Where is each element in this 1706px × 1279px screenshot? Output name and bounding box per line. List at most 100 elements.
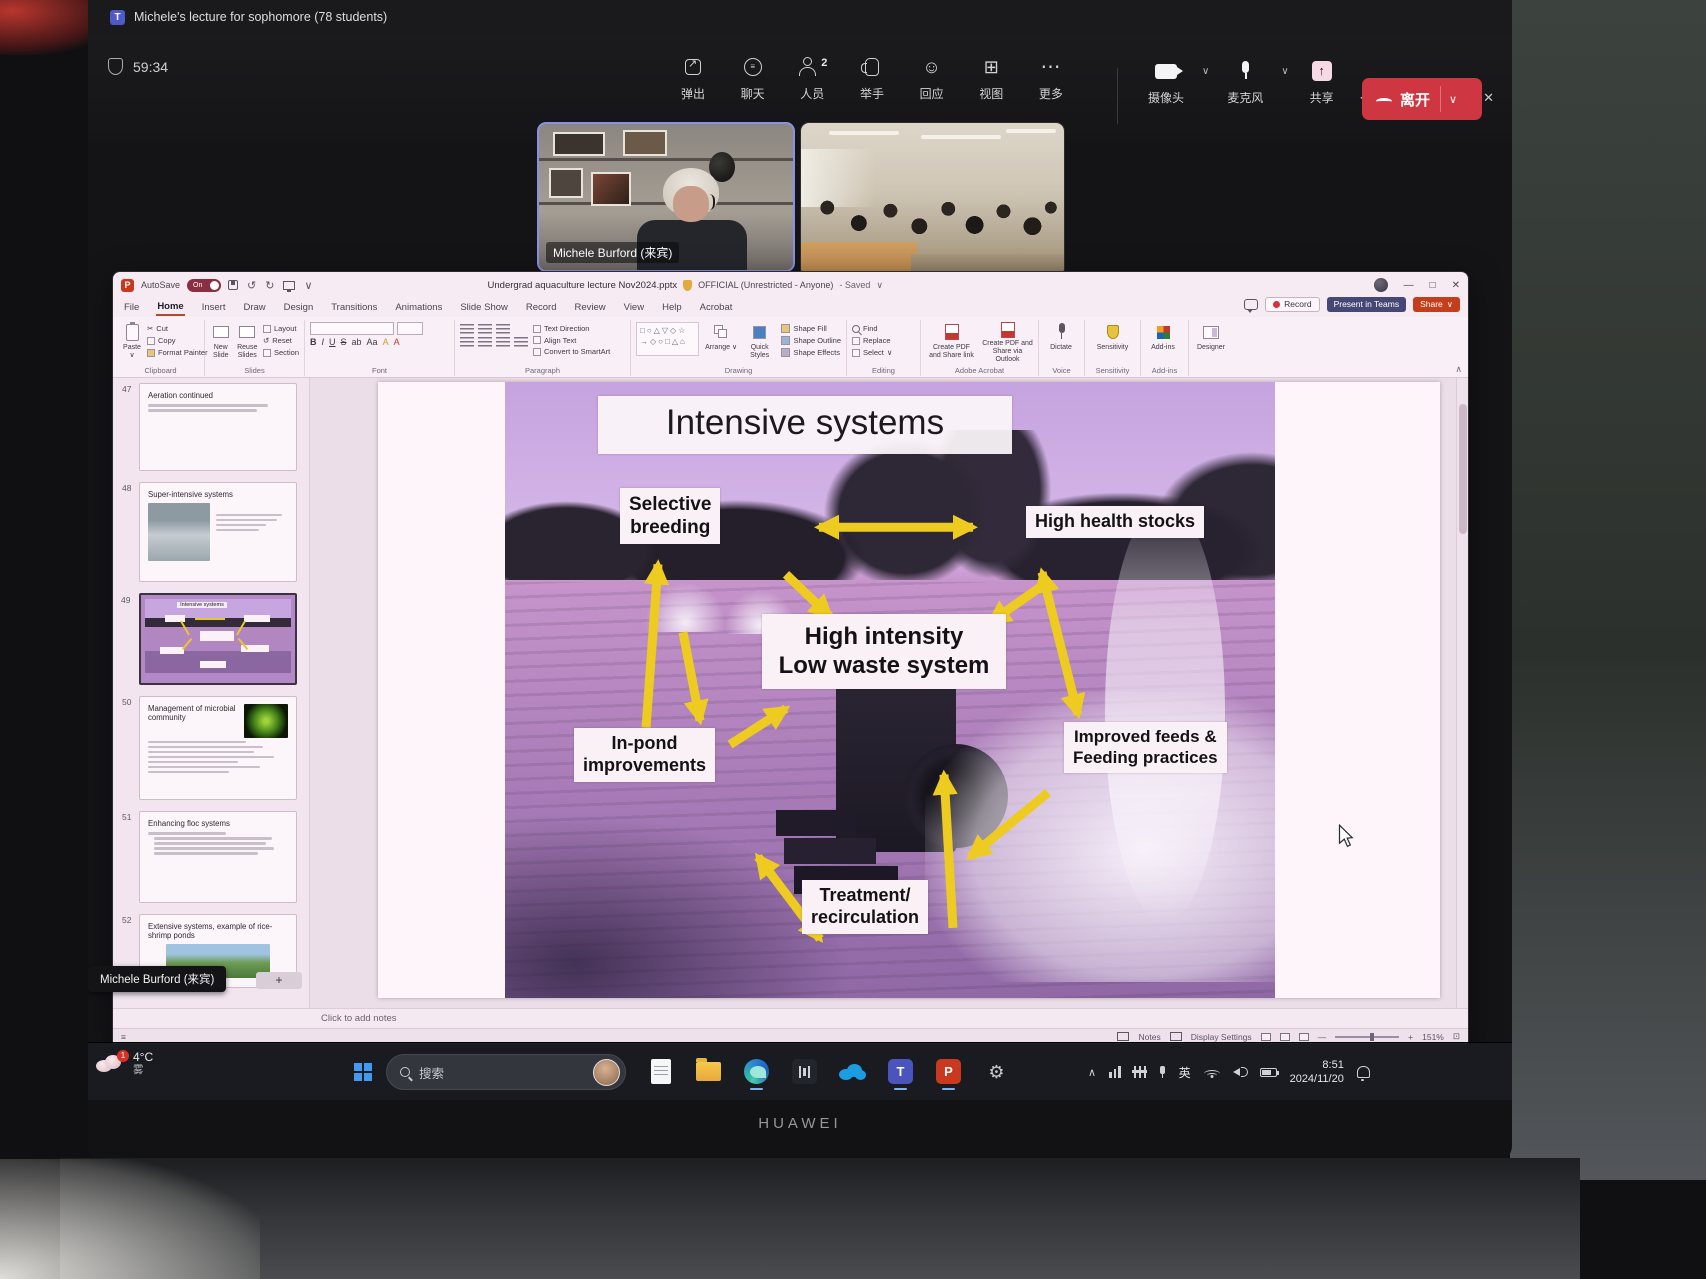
teams-close-button[interactable]: ✕ bbox=[1483, 90, 1494, 106]
thumbnail-slide-50[interactable]: 50 Management of microbial community bbox=[139, 696, 297, 800]
video-tile-classroom[interactable] bbox=[800, 122, 1065, 277]
video-tile-presenter[interactable]: Michele Burford (来宾) bbox=[537, 122, 795, 272]
camera-chevron-icon[interactable]: ∨ bbox=[1202, 66, 1209, 77]
slide-editor-area[interactable]: Intensive systems Selectivebreeding High… bbox=[310, 378, 1456, 1008]
indent-button[interactable] bbox=[496, 324, 510, 334]
label-improved-feeds[interactable]: Improved feeds &Feeding practices bbox=[1064, 722, 1227, 773]
italic-button[interactable]: I bbox=[322, 337, 325, 347]
create-pdf-share-link-button[interactable]: Create PDFand Share link bbox=[926, 322, 977, 364]
shape-effects-button[interactable]: Shape Effects bbox=[781, 348, 841, 357]
thumbnail-slide-48[interactable]: 48 Super-intensive systems bbox=[139, 482, 297, 582]
qat-customize-icon[interactable]: ∨ bbox=[304, 279, 312, 292]
section-button[interactable]: Section bbox=[263, 348, 299, 357]
react-button[interactable]: ☺ 回应 bbox=[905, 56, 959, 102]
tab-review[interactable]: Review bbox=[574, 300, 607, 315]
display-settings-icon[interactable] bbox=[1170, 1032, 1182, 1041]
strikethrough-button[interactable]: S bbox=[341, 337, 347, 347]
notes-pane[interactable]: Click to add notes bbox=[113, 1008, 1468, 1028]
reuse-slides-button[interactable]: ReuseSlides bbox=[236, 322, 257, 364]
tab-design[interactable]: Design bbox=[283, 300, 315, 315]
tab-help[interactable]: Help bbox=[661, 300, 683, 315]
line-spacing-button[interactable] bbox=[514, 337, 528, 347]
taskbar-teams[interactable]: T bbox=[884, 1055, 917, 1088]
tab-record[interactable]: Record bbox=[525, 300, 558, 315]
taskbar-edge[interactable] bbox=[740, 1055, 773, 1088]
notes-toggle-icon[interactable] bbox=[1117, 1032, 1129, 1041]
zoom-slider[interactable] bbox=[1335, 1036, 1399, 1038]
start-button[interactable] bbox=[354, 1063, 371, 1080]
addins-button[interactable]: Add-ins bbox=[1146, 322, 1180, 364]
paste-button[interactable]: Paste ∨ bbox=[122, 322, 142, 364]
comments-icon[interactable] bbox=[1244, 299, 1258, 310]
autosave-toggle[interactable]: On bbox=[187, 279, 221, 292]
slide-canvas[interactable]: Intensive systems Selectivebreeding High… bbox=[378, 382, 1440, 998]
reset-button[interactable]: ↺Reset bbox=[263, 336, 299, 345]
popout-button[interactable]: ↗ 弹出 bbox=[666, 56, 720, 102]
text-direction-button[interactable]: Text Direction bbox=[533, 324, 610, 333]
zoom-percent[interactable]: 151% bbox=[1422, 1032, 1444, 1042]
tab-animations[interactable]: Animations bbox=[394, 300, 443, 315]
fit-slide-button[interactable]: ⊡ bbox=[1453, 1031, 1460, 1042]
ppt-minimize-button[interactable]: — bbox=[1404, 280, 1414, 291]
designer-button[interactable]: Designer bbox=[1194, 322, 1228, 364]
select-button[interactable]: Select ∨ bbox=[852, 348, 892, 357]
tab-acrobat[interactable]: Acrobat bbox=[699, 300, 734, 315]
shape-gallery[interactable]: □○△▽◇☆ →◇○□△⌂ bbox=[636, 322, 699, 356]
find-button[interactable]: Find bbox=[852, 324, 892, 333]
taskbar-powerpoint[interactable]: P bbox=[932, 1055, 965, 1088]
shape-fill-button[interactable]: Shape Fill bbox=[781, 324, 841, 333]
view-button[interactable]: ⊞ 视图 bbox=[964, 56, 1018, 102]
more-button[interactable]: ⋯ 更多 bbox=[1024, 56, 1078, 102]
tab-draw[interactable]: Draw bbox=[242, 300, 266, 315]
font-color-button[interactable]: A bbox=[394, 337, 400, 347]
tab-slideshow[interactable]: Slide Show bbox=[459, 300, 509, 315]
vertical-scrollbar[interactable] bbox=[1456, 378, 1468, 1008]
weather-widget[interactable]: 1 4°C 雾 bbox=[96, 1051, 153, 1076]
align-left-button[interactable] bbox=[460, 337, 474, 347]
save-icon[interactable] bbox=[228, 280, 238, 290]
undo-icon[interactable]: ↺ bbox=[247, 279, 256, 292]
align-right-button[interactable] bbox=[496, 337, 510, 347]
sensitivity-button[interactable]: Sensitivity bbox=[1090, 322, 1135, 364]
zoom-out-button[interactable]: — bbox=[1318, 1032, 1327, 1042]
volume-icon[interactable] bbox=[1233, 1066, 1247, 1078]
label-high-intensity-low-waste[interactable]: High intensityLow waste system bbox=[762, 614, 1006, 689]
taskbar-file-explorer[interactable] bbox=[692, 1055, 725, 1088]
dictate-button[interactable]: Dictate bbox=[1044, 322, 1078, 364]
taskbar-snipping-app[interactable] bbox=[644, 1055, 677, 1088]
font-name-input[interactable] bbox=[310, 322, 394, 335]
mic-chevron-icon[interactable]: ∨ bbox=[1281, 66, 1288, 77]
battery-icon[interactable] bbox=[1260, 1068, 1277, 1077]
ppt-share-button[interactable]: Share∨ bbox=[1413, 297, 1460, 312]
display-settings[interactable]: Display Settings bbox=[1191, 1032, 1252, 1042]
shape-outline-button[interactable]: Shape Outline bbox=[781, 336, 841, 345]
chat-button[interactable]: ≡ 聊天 bbox=[726, 56, 780, 102]
sensitivity-badge[interactable]: OFFICIAL (Unrestricted - Anyone) bbox=[698, 280, 833, 290]
account-avatar[interactable] bbox=[1374, 278, 1388, 292]
present-in-teams-button[interactable]: Present in Teams bbox=[1327, 297, 1407, 312]
taskbar-search[interactable]: 搜索 bbox=[386, 1054, 626, 1090]
highlight-button[interactable]: A bbox=[383, 337, 389, 347]
label-treatment-recirculation[interactable]: Treatment/recirculation bbox=[802, 880, 928, 934]
new-slide-button[interactable]: NewSlide bbox=[210, 322, 231, 364]
mic-button[interactable]: 麦克风 bbox=[1215, 60, 1275, 106]
raise-hand-button[interactable]: 举手 bbox=[845, 56, 899, 102]
change-case-button[interactable]: Aa bbox=[367, 337, 378, 347]
create-pdf-outlook-button[interactable]: Create PDF andShare via Outlook bbox=[982, 322, 1033, 364]
align-text-button[interactable]: Align Text bbox=[533, 336, 610, 345]
presenter-overlay-name[interactable]: Michele Burford (来宾) bbox=[88, 966, 226, 992]
bullets-button[interactable] bbox=[460, 324, 474, 334]
convert-smartart-button[interactable]: Convert to SmartArt bbox=[533, 347, 610, 356]
thumbnail-slide-47[interactable]: 47 Aeration continued bbox=[139, 383, 297, 471]
tray-app-icon[interactable] bbox=[1109, 1066, 1121, 1078]
share-button[interactable]: ↑ 共享 bbox=[1295, 60, 1349, 106]
people-button[interactable]: 2 人员 bbox=[785, 56, 839, 102]
search-avatar[interactable] bbox=[593, 1059, 620, 1086]
slide-sorter-button[interactable] bbox=[1280, 1033, 1290, 1041]
saved-status[interactable]: - Saved bbox=[839, 280, 870, 290]
tray-mixer-icon[interactable] bbox=[1134, 1066, 1146, 1078]
tray-mic-icon[interactable] bbox=[1159, 1066, 1166, 1078]
collapse-ribbon-icon[interactable]: ∧ bbox=[1455, 364, 1462, 375]
scrollbar-thumb[interactable] bbox=[1459, 404, 1467, 534]
record-button[interactable]: Record bbox=[1265, 297, 1319, 312]
